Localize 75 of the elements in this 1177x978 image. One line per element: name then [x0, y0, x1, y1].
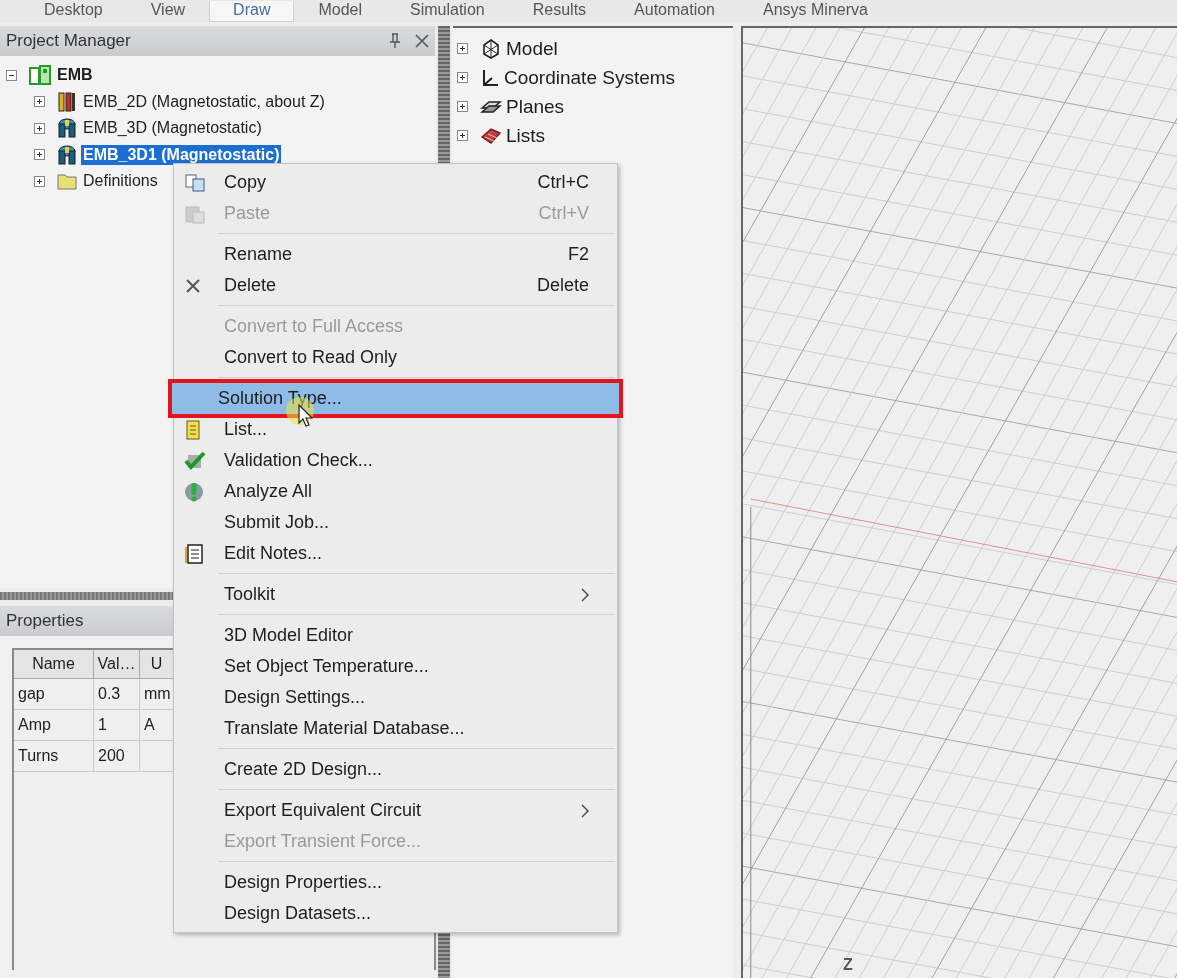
menu-item[interactable]: Submit Job...	[174, 507, 617, 538]
ribbon-tab[interactable]: Draw	[209, 1, 295, 22]
tree-item[interactable]: EMB	[55, 65, 95, 86]
ribbon-tab[interactable]: Results	[508, 1, 611, 22]
menu-item[interactable]: Validation Check...	[174, 445, 617, 476]
scroll-icon	[184, 418, 202, 441]
tree-item[interactable]: Planes	[506, 95, 565, 118]
expand-toggle[interactable]	[457, 72, 468, 83]
panel-title: Project Manager	[6, 31, 131, 51]
expand-toggle[interactable]	[457, 101, 468, 112]
expand-toggle[interactable]	[34, 96, 45, 108]
axes-icon	[480, 67, 500, 88]
design-icon	[57, 144, 77, 165]
menu-item[interactable]: Copy Ctrl+C	[174, 167, 617, 198]
menu-item[interactable]: Delete Delete	[174, 270, 617, 301]
close-icon	[184, 276, 202, 295]
folder-icon	[57, 172, 77, 191]
tree-item[interactable]: EMB_2D (Magnetostatic, about Z)	[81, 91, 327, 112]
expand-toggle[interactable]	[34, 175, 45, 187]
table-cell: gap	[14, 679, 94, 710]
axis-label: Z	[843, 956, 853, 974]
menu-item[interactable]: Set Object Temperature...	[174, 651, 617, 682]
ribbon-tab[interactable]: Automation	[610, 1, 739, 22]
tree-item[interactable]: Coordinate Systems	[504, 66, 676, 89]
expand-toggle[interactable]	[34, 149, 45, 161]
design-icon	[57, 118, 77, 139]
column-header[interactable]: Val…	[94, 650, 140, 679]
table-cell: 200	[94, 741, 140, 772]
pin-icon[interactable]	[389, 33, 401, 49]
expand-toggle[interactable]	[457, 130, 468, 141]
notes-icon	[184, 542, 204, 565]
menu-item[interactable]: 3D Model Editor	[174, 620, 617, 651]
ribbon-tab[interactable]: Model	[294, 1, 386, 22]
design-icon	[57, 91, 77, 112]
ribbon-tab[interactable]: Ansys Minerva	[739, 1, 892, 22]
table-cell: Amp	[14, 710, 94, 741]
table-cell: 1	[94, 710, 140, 741]
ribbon-tab[interactable]: Desktop	[20, 1, 127, 22]
chevron-icon	[581, 803, 589, 818]
menu-item[interactable]: Edit Notes...	[174, 538, 617, 569]
menu-item[interactable]: Solution Type...	[168, 379, 623, 418]
menu-item[interactable]: Design Settings...	[174, 682, 617, 713]
column-header[interactable]: Name	[14, 650, 94, 679]
panel-title: Properties	[6, 611, 84, 631]
menu-item[interactable]: Design Properties...	[174, 867, 617, 898]
close-icon[interactable]	[415, 34, 429, 48]
menu-item[interactable]: Convert to Read Only	[174, 342, 617, 373]
menu-item[interactable]: Translate Material Database...	[174, 713, 617, 744]
table-cell: Turns	[14, 741, 94, 772]
chevron-icon	[581, 587, 589, 602]
menu-item[interactable]: Export Equivalent Circuit	[174, 795, 617, 826]
project-icon	[29, 65, 51, 86]
analyze-icon	[184, 480, 204, 503]
menu-item[interactable]: Rename F2	[174, 239, 617, 270]
menu-item[interactable]: Analyze All	[174, 476, 617, 507]
paste-icon	[184, 203, 206, 224]
tree-item[interactable]: Model	[506, 37, 558, 60]
tree-item[interactable]: EMB_3D1 (Magnetostatic)	[81, 144, 282, 165]
copy-icon	[184, 172, 206, 193]
menu-item[interactable]: Create 2D Design...	[174, 754, 617, 785]
table-cell: 0.3	[94, 679, 140, 710]
lists-icon	[480, 125, 502, 146]
column-header[interactable]: U	[140, 650, 174, 679]
menu-item[interactable]: Toolkit	[174, 579, 617, 610]
tree-item[interactable]: Definitions	[81, 171, 160, 192]
check-icon	[184, 450, 206, 471]
model-icon	[480, 38, 502, 59]
expand-toggle[interactable]	[34, 122, 45, 134]
expand-toggle[interactable]	[6, 69, 17, 81]
menu-item[interactable]: Design Datasets...	[174, 898, 617, 929]
expand-toggle[interactable]	[457, 43, 468, 54]
tree-item[interactable]: Lists	[506, 124, 546, 147]
ribbon-tab[interactable]: Simulation	[386, 1, 509, 22]
tree-item[interactable]: EMB_3D (Magnetostatic)	[81, 118, 264, 139]
ribbon-tab[interactable]: View	[126, 1, 210, 22]
